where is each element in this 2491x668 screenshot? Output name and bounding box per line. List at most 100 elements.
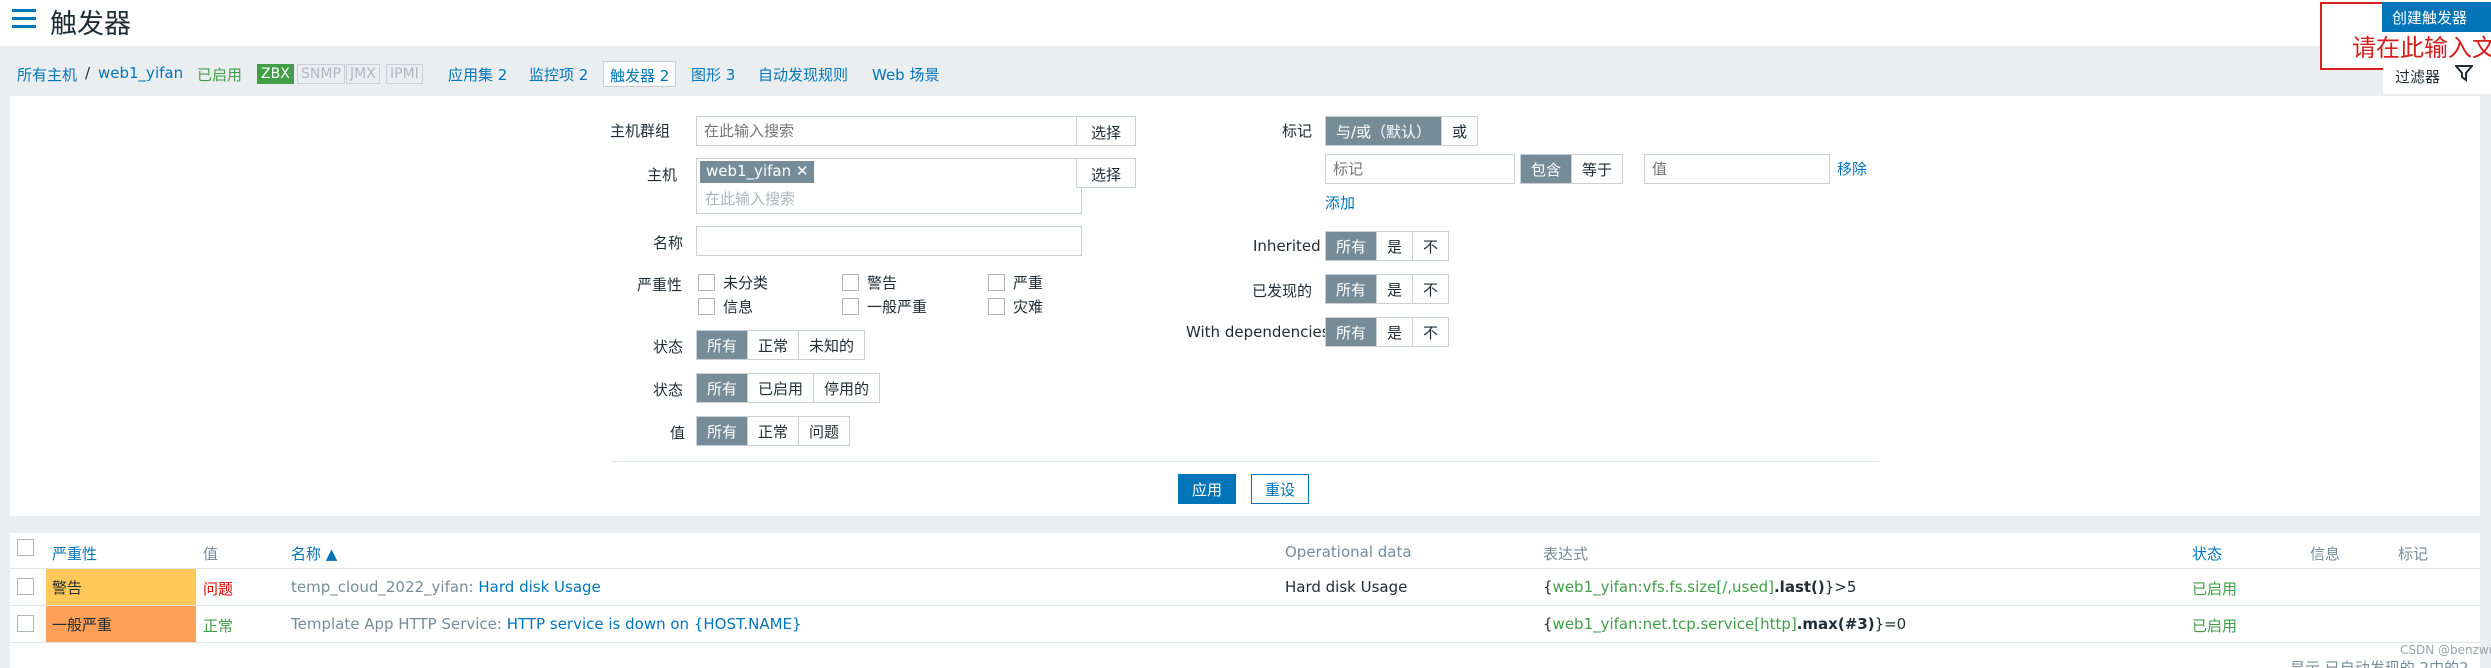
discovered-segmented-control: 所有 是 不	[1325, 274, 1450, 304]
availability-tag-jmx: JMX	[346, 64, 380, 84]
tag-operator-contains[interactable]: 包含	[1521, 155, 1572, 183]
name-label: 名称	[653, 234, 684, 252]
inherited-option-all[interactable]: 所有	[1326, 232, 1377, 260]
host-chip[interactable]: web1_yifan ✕	[700, 161, 815, 183]
severity-cell: 一般严重	[46, 606, 196, 642]
tags-mode-or[interactable]: 或	[1441, 117, 1478, 145]
host-group-label: 主机群组	[610, 122, 671, 140]
severity-checkbox-not-classified[interactable]: 未分类	[698, 272, 768, 293]
name-input[interactable]	[696, 226, 1082, 256]
dependencies-option-no[interactable]: 不	[1412, 318, 1449, 346]
state-option-all[interactable]: 所有	[697, 331, 748, 359]
host-search-placeholder[interactable]: 在此输入搜索	[705, 188, 795, 209]
dependencies-option-all[interactable]: 所有	[1326, 318, 1377, 346]
status-option-enabled[interactable]: 已启用	[747, 374, 814, 402]
inherited-option-no[interactable]: 不	[1412, 232, 1449, 260]
status-option-disabled[interactable]: 停用的	[813, 374, 880, 402]
column-header-value: 值	[203, 545, 219, 563]
nav-graphs[interactable]: 图形 3	[691, 64, 735, 85]
nav-items[interactable]: 监控项 2	[529, 64, 588, 85]
nav-web-scenarios[interactable]: Web 场景	[872, 64, 939, 85]
tag-operator-equals[interactable]: 等于	[1571, 155, 1623, 183]
column-header-name[interactable]: 名称 ▲	[291, 543, 337, 564]
column-header-status[interactable]: 状态	[2192, 543, 2222, 564]
inherited-label: Inherited	[1253, 237, 1321, 255]
breadcrumb-separator: /	[85, 64, 91, 82]
tag-remove-link[interactable]: 移除	[1837, 158, 1867, 179]
trigger-name-cell: Template App HTTP Service: HTTP service …	[291, 615, 802, 633]
nav-discovery-rules[interactable]: 自动发现规则	[758, 64, 848, 85]
host-group-input[interactable]	[696, 116, 1082, 146]
table-summary: 显示 已自动发现的 2中的2	[2290, 659, 2469, 668]
value-option-ok[interactable]: 正常	[747, 417, 799, 445]
state-segmented-control: 所有 正常 未知的	[696, 330, 866, 360]
tag-name-input[interactable]	[1325, 154, 1515, 184]
state-option-normal[interactable]: 正常	[747, 331, 799, 359]
host-group-select-button[interactable]: 选择	[1076, 116, 1136, 146]
severity-checkbox-average[interactable]: 一般严重	[842, 296, 927, 317]
value-option-problem[interactable]: 问题	[798, 417, 850, 445]
row-checkbox[interactable]	[17, 578, 34, 595]
severity-checkbox-warning[interactable]: 警告	[842, 272, 897, 293]
severity-checkbox-disaster[interactable]: 灾难	[988, 296, 1043, 317]
breadcrumb-host[interactable]: web1_yifan	[98, 64, 183, 82]
apply-button[interactable]: 应用	[1178, 474, 1236, 504]
trigger-name-link[interactable]: Hard disk Usage	[478, 578, 600, 596]
trigger-template-link[interactable]: Template App HTTP Service:	[291, 615, 502, 633]
host-chip-label: web1_yifan	[706, 162, 792, 180]
tags-mode-segmented-control: 与/或（默认） 或	[1325, 116, 1479, 146]
discovered-label: 已发现的	[1252, 282, 1313, 300]
filter-panel: 主机群组 选择 主机 web1_yifan ✕ 在此输入搜索 选择 名称 严重性…	[10, 96, 2480, 516]
state-option-unknown[interactable]: 未知的	[798, 331, 865, 359]
status-segmented-control: 所有 已启用 停用的	[696, 373, 881, 403]
nav-triggers-active[interactable]: 触发器 2	[603, 61, 677, 87]
tag-add-link[interactable]: 添加	[1325, 192, 1355, 213]
dependencies-option-yes[interactable]: 是	[1376, 318, 1413, 346]
value-segmented-control: 所有 正常 问题	[696, 416, 851, 446]
nav-applications[interactable]: 应用集 2	[448, 64, 507, 85]
operational-data-cell: Hard disk Usage	[1285, 578, 1408, 596]
host-label: 主机	[647, 166, 678, 184]
severity-cell: 警告	[46, 569, 196, 605]
status-enabled-link[interactable]: 已启用	[2192, 615, 2237, 636]
inherited-option-yes[interactable]: 是	[1376, 232, 1413, 260]
host-select-button[interactable]: 选择	[1076, 158, 1136, 188]
availability-tag-zbx: ZBX	[257, 64, 294, 84]
status-label: 状态	[653, 381, 684, 399]
tag-operator-segmented-control: 包含 等于	[1520, 154, 1624, 184]
host-status-enabled[interactable]: 已启用	[197, 64, 242, 85]
dependencies-segmented-control: 所有 是 不	[1325, 317, 1450, 347]
filter-funnel-icon[interactable]	[2455, 64, 2473, 82]
trigger-name-link[interactable]: HTTP service is down on {HOST.NAME}	[507, 615, 802, 633]
trigger-template-link[interactable]: temp_cloud_2022_yifan:	[291, 578, 474, 596]
column-header-severity[interactable]: 严重性	[52, 543, 97, 564]
filter-tab[interactable]: 过滤器	[2383, 58, 2491, 94]
reset-button[interactable]: 重设	[1251, 474, 1309, 504]
breadcrumb-all-hosts[interactable]: 所有主机	[17, 64, 77, 85]
filter-divider	[612, 461, 1880, 462]
watermark: CSDN @benzwu	[2400, 643, 2491, 657]
tags-mode-and-or[interactable]: 与/或（默认）	[1326, 117, 1442, 145]
row-divider	[10, 642, 2480, 643]
discovered-option-no[interactable]: 不	[1412, 275, 1449, 303]
inherited-segmented-control: 所有 是 不	[1325, 231, 1450, 261]
chip-remove-icon[interactable]: ✕	[796, 162, 809, 180]
page-title: 触发器	[50, 9, 131, 40]
discovered-option-yes[interactable]: 是	[1376, 275, 1413, 303]
expression-item-link[interactable]: web1_yifan:net.tcp.service[http]	[1553, 615, 1797, 633]
row-checkbox[interactable]	[17, 615, 34, 632]
tag-value-input[interactable]	[1644, 154, 1830, 184]
create-trigger-button[interactable]: 创建触发器	[2382, 2, 2491, 32]
status-enabled-link[interactable]: 已启用	[2192, 578, 2237, 599]
discovered-option-all[interactable]: 所有	[1326, 275, 1377, 303]
app-root: 触发器 请在此输入文本 创建触发器 所有主机 / web1_yifan 已启用 …	[0, 0, 2491, 668]
severity-checkbox-high[interactable]: 严重	[988, 272, 1043, 293]
expression-cell: {web1_yifan:vfs.fs.size[/,used].last()}>…	[1543, 578, 1857, 596]
status-option-all[interactable]: 所有	[697, 374, 748, 402]
tags-label: 标记	[1282, 122, 1313, 140]
value-option-all[interactable]: 所有	[697, 417, 748, 445]
severity-checkbox-information[interactable]: 信息	[698, 296, 753, 317]
select-all-checkbox[interactable]	[17, 539, 34, 556]
expression-item-link[interactable]: web1_yifan:vfs.fs.size[/,used]	[1553, 578, 1774, 596]
hamburger-menu-icon[interactable]	[12, 9, 36, 29]
